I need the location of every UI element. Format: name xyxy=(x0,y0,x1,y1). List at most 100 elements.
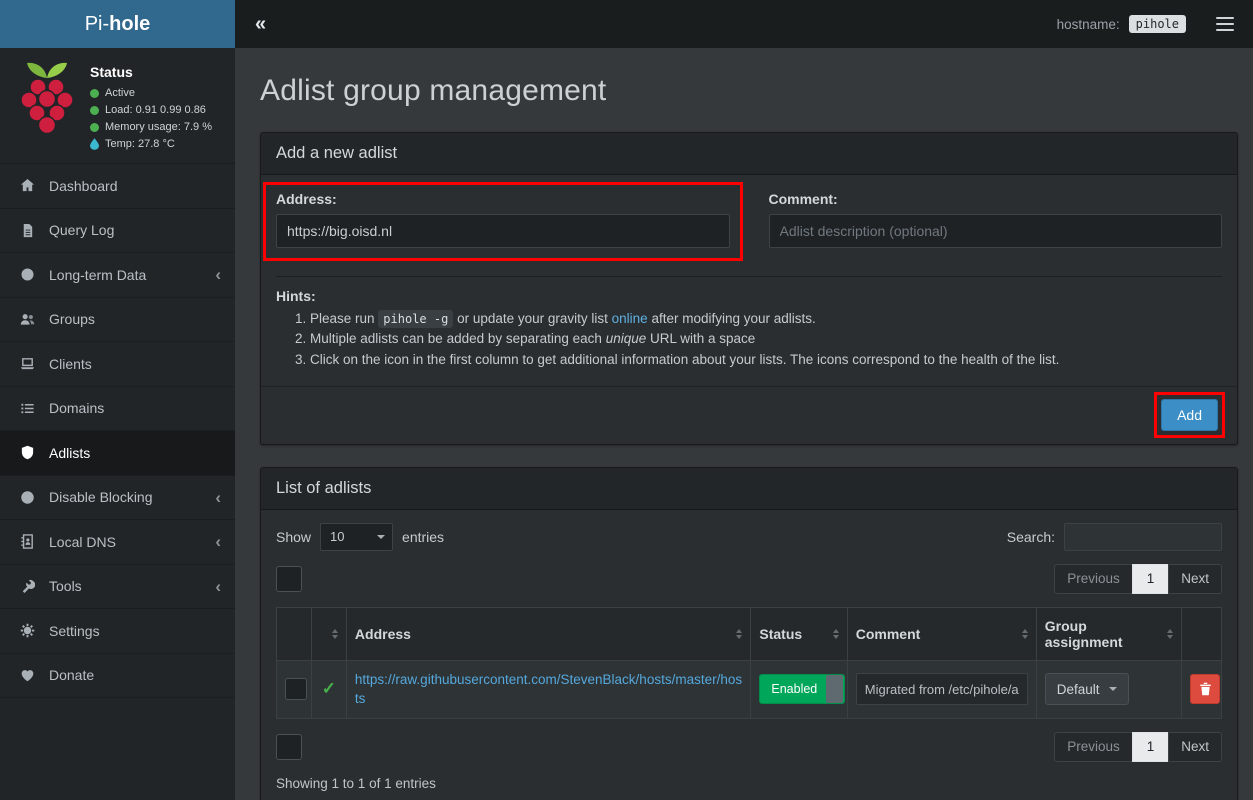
status-active-row: Active xyxy=(90,87,212,99)
sort-icon xyxy=(833,629,839,639)
adlist-list-card: List of adlists Show 10 entries Search: xyxy=(260,467,1238,800)
chevron-left-icon: ‹ xyxy=(215,578,221,595)
pagination-page-1-button[interactable]: 1 xyxy=(1132,564,1170,594)
search-control: Search: xyxy=(1007,523,1222,551)
status-toggle[interactable]: Enabled xyxy=(759,674,845,704)
sidebar-item-adlists[interactable]: Adlists xyxy=(0,431,235,476)
green-dot-icon xyxy=(90,123,99,132)
add-button[interactable]: Add xyxy=(1161,399,1218,431)
sidebar-item-label: Domains xyxy=(49,400,104,416)
group-assignment-value: Default xyxy=(1057,682,1100,697)
gear-icon xyxy=(18,623,36,639)
sidebar-item-tools[interactable]: Tools ‹ xyxy=(0,565,235,610)
brand-logo[interactable]: Pi-hole xyxy=(0,0,235,48)
hint-item: Click on the icon in the first column to… xyxy=(310,350,1222,370)
select-all-checkbox-top[interactable] xyxy=(276,566,302,592)
sidebar-menu: Dashboard Query Log Long-term Data ‹ Gro… xyxy=(0,164,235,698)
search-input[interactable] xyxy=(1064,523,1222,551)
header-address-column[interactable]: Address xyxy=(346,607,750,660)
header-status-column[interactable]: Status xyxy=(751,607,847,660)
show-label: Show xyxy=(276,529,311,545)
adlist-list-card-body: Show 10 entries Search: Previous 1 xyxy=(261,510,1237,800)
sidebar-item-label: Groups xyxy=(49,311,95,327)
adlist-url-link[interactable]: https://raw.githubusercontent.com/Steven… xyxy=(355,672,742,707)
annotation-highlight-address: Address: xyxy=(263,182,743,261)
sidebar-item-donate[interactable]: Donate xyxy=(0,654,235,699)
users-icon xyxy=(18,311,36,327)
search-label: Search: xyxy=(1007,529,1055,545)
address-input[interactable] xyxy=(276,214,730,248)
pagination-previous-button[interactable]: Previous xyxy=(1054,564,1133,594)
topbar-main: « hostname: pihole xyxy=(235,0,1253,48)
sidebar-item-dashboard[interactable]: Dashboard xyxy=(0,164,235,209)
menu-icon[interactable] xyxy=(1211,12,1239,36)
history-icon xyxy=(18,267,36,283)
pagination-next-button[interactable]: Next xyxy=(1168,732,1222,762)
health-check-icon[interactable]: ✓ xyxy=(322,679,336,698)
add-adlist-card-body: Address: Comment: Hints: Please run piho… xyxy=(261,175,1237,386)
header-comment-column[interactable]: Comment xyxy=(847,607,1036,660)
sidebar-item-disable-blocking[interactable]: Disable Blocking ‹ xyxy=(0,476,235,521)
sidebar-item-clients[interactable]: Clients xyxy=(0,342,235,387)
topbar-right: hostname: pihole xyxy=(1057,12,1239,36)
green-dot-icon xyxy=(90,106,99,115)
sidebar-item-label: Donate xyxy=(49,667,94,683)
comment-label: Comment: xyxy=(769,191,1223,207)
adlists-table: Address Status Comment Group assignment … xyxy=(276,607,1222,719)
entries-label: entries xyxy=(402,529,444,545)
sort-icon xyxy=(1022,629,1028,639)
status-temp-row: Temp: 27.8 °C xyxy=(90,138,212,150)
sidebar-item-label: Adlists xyxy=(49,445,90,461)
sidebar-item-label: Disable Blocking xyxy=(49,489,153,505)
table-row: ✓ https://raw.githubusercontent.com/Stev… xyxy=(277,660,1222,718)
header-group-column[interactable]: Group assignment xyxy=(1036,607,1182,660)
chevron-left-icon: ‹ xyxy=(215,266,221,283)
hints-title: Hints: xyxy=(276,288,1222,304)
address-book-icon xyxy=(18,534,36,550)
sidebar: Status Active Load: 0.91 0.99 0.86 Memor… xyxy=(0,48,235,800)
green-dot-icon xyxy=(90,89,99,98)
hints-section: Hints: Please run pihole -g or update yo… xyxy=(276,276,1222,370)
sidebar-logo-block: Status Active Load: 0.91 0.99 0.86 Memor… xyxy=(0,48,235,164)
sidebar-item-label: Settings xyxy=(49,623,100,639)
status-temp-text: Temp: 27.8 °C xyxy=(105,138,175,150)
sidebar-item-domains[interactable]: Domains xyxy=(0,387,235,432)
sort-icon xyxy=(1167,629,1173,639)
main-content: Adlist group management Add a new adlist… xyxy=(235,48,1253,800)
pagination-previous-button[interactable]: Previous xyxy=(1054,732,1133,762)
online-link[interactable]: online xyxy=(612,311,648,326)
sidebar-item-label: Query Log xyxy=(49,222,114,238)
hostname-label: hostname: xyxy=(1057,17,1120,32)
row-comment-input[interactable] xyxy=(856,673,1028,705)
group-assignment-dropdown[interactable]: Default xyxy=(1045,673,1129,705)
hint-item: Multiple adlists can be added by separat… xyxy=(310,329,1222,349)
hostname-badge: pihole xyxy=(1129,15,1186,33)
add-adlist-card-footer: Add xyxy=(261,386,1237,444)
sidebar-item-label: Clients xyxy=(49,356,92,372)
select-all-checkbox-bottom[interactable] xyxy=(276,734,302,760)
pagination-top: Previous 1 Next xyxy=(1054,564,1222,594)
sidebar-item-settings[interactable]: Settings xyxy=(0,609,235,654)
header-health-column[interactable] xyxy=(311,607,346,660)
sidebar-collapse-icon[interactable]: « xyxy=(255,14,266,34)
sidebar-item-groups[interactable]: Groups xyxy=(0,298,235,343)
status-load-text: Load: 0.91 0.99 0.86 xyxy=(105,104,206,116)
shield-icon xyxy=(18,445,36,461)
pagination-page-1-button[interactable]: 1 xyxy=(1132,732,1170,762)
entries-control: Show 10 entries xyxy=(276,523,444,551)
sidebar-item-label: Local DNS xyxy=(49,534,116,550)
sidebar-item-query-log[interactable]: Query Log xyxy=(0,209,235,254)
pagination-next-button[interactable]: Next xyxy=(1168,564,1222,594)
pihole-raspberry-logo xyxy=(14,56,80,140)
sidebar-item-local-dns[interactable]: Local DNS ‹ xyxy=(0,520,235,565)
chevron-left-icon: ‹ xyxy=(215,533,221,550)
delete-button[interactable] xyxy=(1190,674,1220,704)
row-checkbox[interactable] xyxy=(285,678,307,700)
comment-input[interactable] xyxy=(769,214,1223,248)
sidebar-item-label: Tools xyxy=(49,578,82,594)
entries-select[interactable]: 10 xyxy=(320,523,393,551)
sidebar-item-long-term-data[interactable]: Long-term Data ‹ xyxy=(0,253,235,298)
add-adlist-card-title: Add a new adlist xyxy=(261,133,1237,175)
home-icon xyxy=(18,178,36,194)
toggle-handle xyxy=(826,675,843,703)
